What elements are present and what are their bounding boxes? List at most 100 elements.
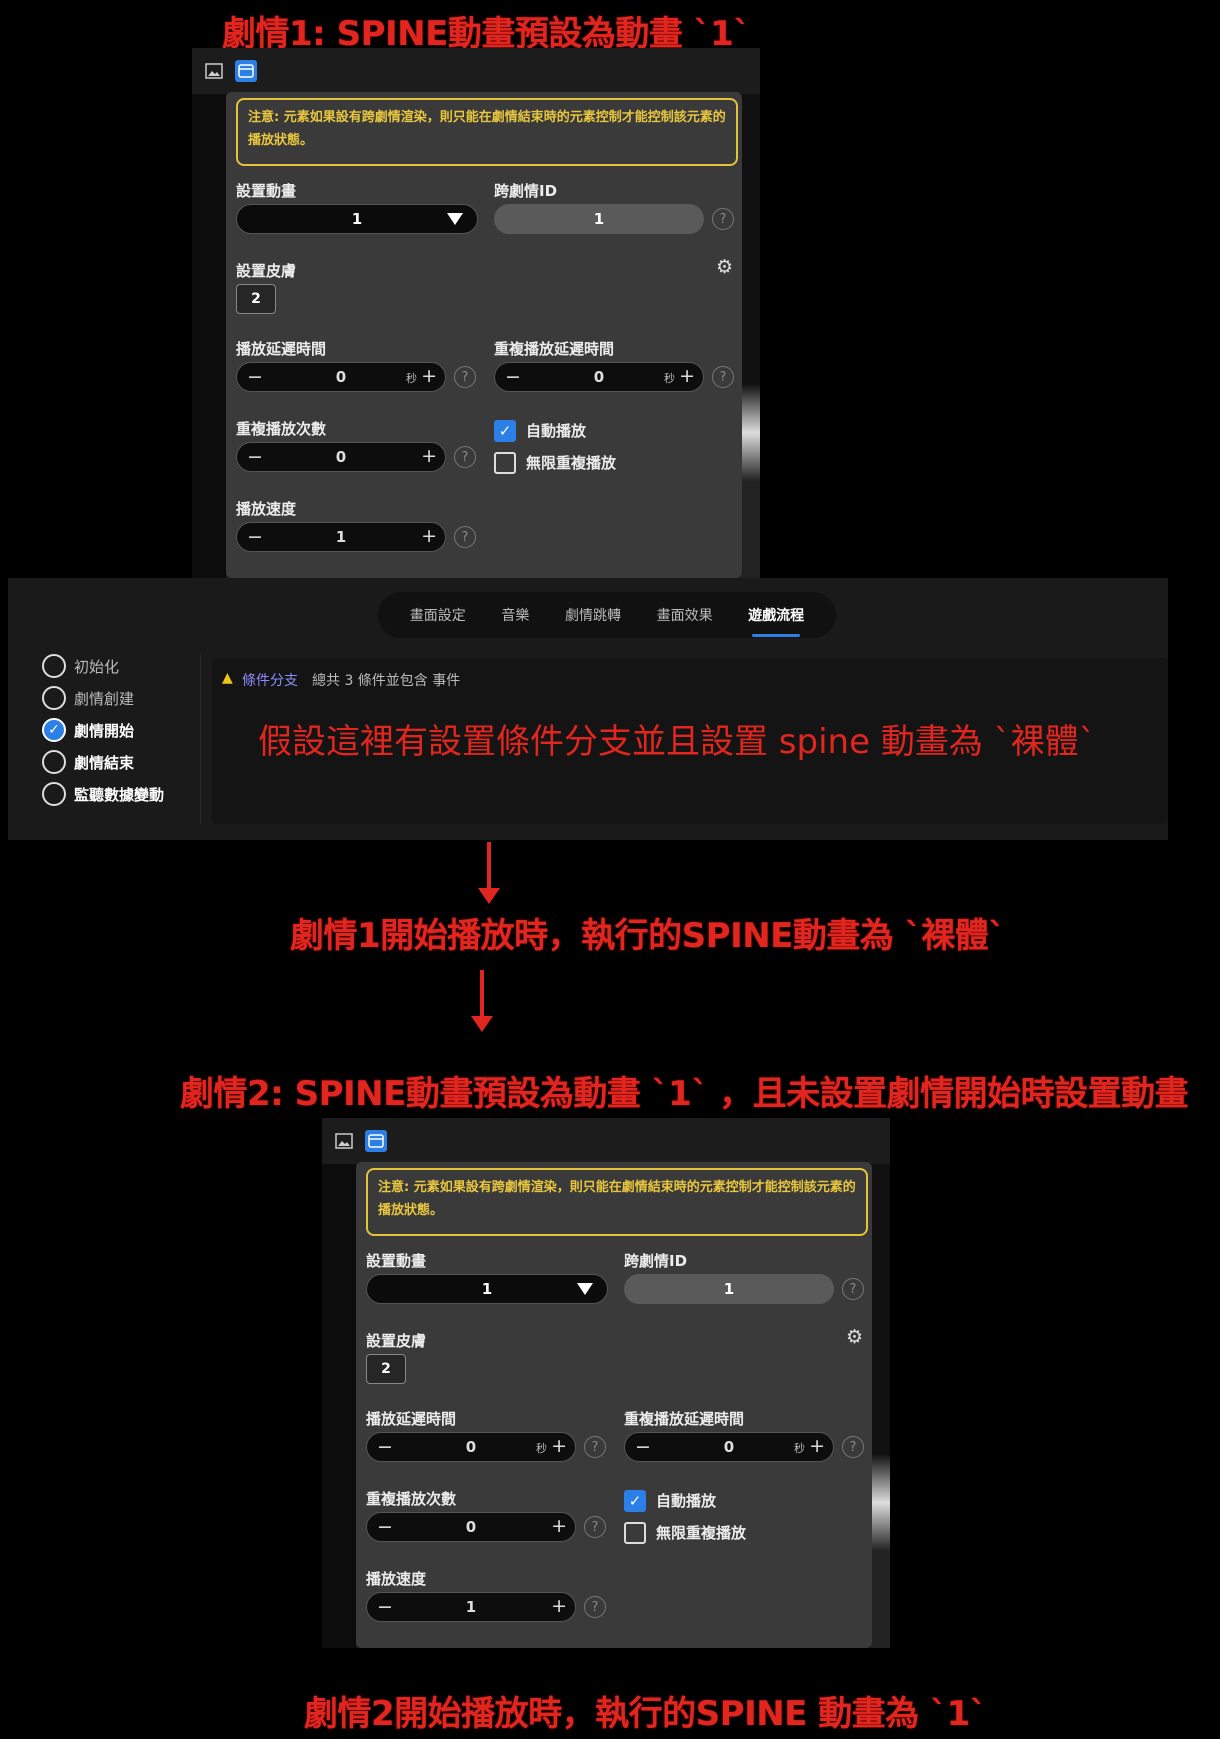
help-icon[interactable]: ? [584,1516,606,1538]
cross-id-input[interactable]: 1 [624,1274,834,1304]
caption-scene2: 劇情2: SPINE動畫預設為動畫 `1` ，且未設置劇情開始時設置動畫 [180,1074,1189,1114]
plus-icon[interactable]: + [421,365,437,387]
skin-input[interactable]: 2 [366,1354,406,1384]
autoplay-label: 自動播放 [526,422,587,440]
radio-circle [42,686,66,710]
gear-icon[interactable]: ⚙ [846,1326,863,1348]
repeat-delay-stepper[interactable]: −0 秒 + [494,362,704,392]
background-art [870,1164,890,1648]
branch-summary: 總共 3 條件並包含 事件 [312,673,461,689]
loop-label: 無限重複播放 [656,1524,747,1542]
delay-stepper[interactable]: −0 秒 + [236,362,446,392]
repeat-delay-label: 重複播放延遲時間 [624,1410,745,1428]
radio-story-create[interactable]: 劇情創建 [42,686,134,710]
notice-box: 注意: 元素如果設有跨劇情渲染，則只能在劇情結束時的元素控制才能控制該元素的播放… [236,98,738,166]
radio-data-listen[interactable]: 監聽數據變動 [42,782,164,806]
radio-init[interactable]: 初始化 [42,654,119,678]
speed-label: 播放速度 [366,1570,427,1588]
image-icon [205,63,223,79]
animation-select[interactable]: 1 [236,204,478,234]
delay-stepper[interactable]: −0 秒 + [366,1432,576,1462]
tab-screen-effects[interactable]: 畫面效果 [653,605,717,625]
plus-icon[interactable]: + [679,365,695,387]
radio-label: 初始化 [74,657,120,676]
skin-label: 設置皮膚 [236,262,297,280]
branch-label[interactable]: 條件分支 [242,670,298,690]
spine-tab-button[interactable] [365,1130,387,1152]
chevron-down-icon [577,1283,593,1295]
repeat-delay-stepper[interactable]: −0 秒 + [624,1432,834,1462]
delay-label: 播放延遲時間 [236,340,327,358]
tab-scene-settings[interactable]: 畫面設定 [406,605,470,625]
caption-scene1-result: 劇情1開始播放時，執行的SPINE動畫為 `裸體` [290,916,1005,956]
radio-circle [42,654,66,678]
repeat-count-value: 0 [335,448,347,466]
animation-select[interactable]: 1 [366,1274,608,1304]
animation-select-value: 1 [481,1280,493,1298]
radio-story-end[interactable]: 劇情結束 [42,750,134,774]
chevron-down-icon [447,213,463,225]
divider [200,654,201,824]
tab-music[interactable]: 音樂 [497,605,533,625]
spine-panel-scene1: 注意: 元素如果設有跨劇情渲染，則只能在劇情結束時的元素控制才能控制該元素的播放… [192,48,760,578]
loop-checkbox[interactable] [494,452,516,474]
speed-stepper[interactable]: −1 + [366,1592,576,1622]
skin-label: 設置皮膚 [366,1332,427,1350]
image-icon [335,1133,353,1149]
loop-label: 無限重複播放 [526,454,617,472]
plus-icon[interactable]: + [421,445,437,467]
repeat-count-label: 重複播放次數 [236,420,327,438]
speed-value: 1 [335,528,347,546]
image-tab-button[interactable] [203,60,225,82]
tab-story-jump[interactable]: 劇情跳轉 [561,605,625,625]
unit-label: 秒 [406,372,417,385]
check-icon: ✓ [42,718,66,742]
image-tab-button[interactable] [333,1130,355,1152]
unit-label: 秒 [664,372,675,385]
loop-checkbox[interactable] [624,1522,646,1544]
help-icon[interactable]: ? [584,1436,606,1458]
help-icon[interactable]: ? [454,526,476,548]
plus-icon[interactable]: + [551,1595,567,1617]
gear-icon[interactable]: ⚙ [716,256,733,278]
speed-stepper[interactable]: −1 + [236,522,446,552]
tab-game-flow[interactable]: 遊戲流程 [744,605,808,637]
panel-left-strip [322,1164,356,1648]
skin-input[interactable]: 2 [236,284,276,314]
help-icon[interactable]: ? [454,446,476,468]
spine-tab-button[interactable] [235,60,257,82]
help-icon[interactable]: ? [842,1436,864,1458]
delay-label: 播放延遲時間 [366,1410,457,1428]
set-animation-label: 設置動畫 [366,1252,427,1270]
repeat-count-value: 0 [465,1518,477,1536]
help-icon[interactable]: ? [584,1596,606,1618]
plus-icon[interactable]: + [809,1435,825,1457]
background-art [740,94,760,578]
event-content: ▲ 條件分支 總共 3 條件並包含 事件 假設這裡有設置條件分支並且設置 spi… [212,658,1168,824]
radio-label: 劇情開始 [74,721,135,740]
speed-label: 播放速度 [236,500,297,518]
repeat-count-stepper[interactable]: −0 + [236,442,446,472]
radio-circle [42,750,66,774]
cross-id-input[interactable]: 1 [494,204,704,234]
plus-icon[interactable]: + [551,1435,567,1457]
panel-toolbar [192,48,760,94]
radio-label: 劇情結束 [74,753,135,772]
help-icon[interactable]: ? [712,366,734,388]
plus-icon[interactable]: + [421,525,437,547]
radio-label: 監聽數據變動 [74,785,165,804]
help-icon[interactable]: ? [842,1278,864,1300]
plus-icon[interactable]: + [551,1515,567,1537]
game-flow-panel: 畫面設定 音樂 劇情跳轉 畫面效果 遊戲流程 初始化 劇情創建 ✓ 劇情開始 劇情… [8,578,1168,840]
autoplay-checkbox[interactable]: ✓ [494,420,516,442]
panel-left-strip [192,94,226,578]
panel-toolbar [322,1118,890,1164]
repeat-count-stepper[interactable]: −0 + [366,1512,576,1542]
caption-scene2-result: 劇情2開始播放時，執行的SPINE 動畫為 `1` [304,1694,987,1734]
autoplay-label: 自動播放 [656,1492,717,1510]
radio-story-start[interactable]: ✓ 劇情開始 [42,718,134,742]
tab-bar: 畫面設定 音樂 劇情跳轉 畫面效果 遊戲流程 [378,592,836,638]
help-icon[interactable]: ? [454,366,476,388]
autoplay-checkbox[interactable]: ✓ [624,1490,646,1512]
help-icon[interactable]: ? [712,208,734,230]
